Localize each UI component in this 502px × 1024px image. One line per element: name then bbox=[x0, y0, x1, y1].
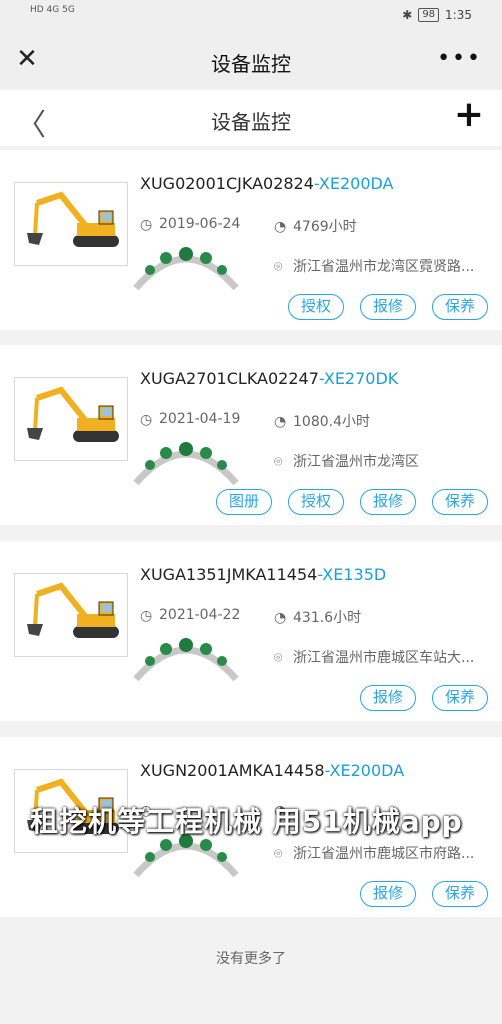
excavator-image bbox=[14, 377, 128, 461]
page-header: 〈 设备监控 + bbox=[0, 90, 502, 146]
tiara-image bbox=[132, 236, 240, 292]
working-hours: ◔ 4769小时 bbox=[274, 219, 357, 235]
battery-indicator: 98 bbox=[418, 8, 440, 22]
card-action-button[interactable]: 报修 bbox=[360, 294, 416, 320]
purchase-date: ◷ 2021-04-22 bbox=[140, 607, 241, 624]
wechat-title-bar: ✕ 设备监控 ••• bbox=[0, 32, 502, 90]
tiara-image bbox=[132, 431, 240, 487]
gauge-icon: ◔ bbox=[274, 414, 287, 430]
clock-icon: ◷ bbox=[140, 412, 153, 428]
location: ⌾ 浙江省温州市鹿城区车站大... bbox=[274, 650, 475, 666]
equipment-card[interactable]: XUG02001CJKA02824-XE200DA ◷ 2019-06-24 ◔ 4… bbox=[0, 150, 502, 330]
clock: 1:35 bbox=[445, 8, 472, 22]
card-actions: 报修 保养 bbox=[360, 881, 488, 907]
equipment-code[interactable]: XUGA2701CLKA02247-XE270DK bbox=[140, 369, 398, 388]
more-options-icon[interactable]: ••• bbox=[437, 46, 482, 71]
gauge-icon: ◔ bbox=[274, 610, 287, 626]
tiara-image bbox=[132, 627, 240, 683]
equipment-code[interactable]: XUGN2001AMKA14458-XE200DA bbox=[140, 761, 404, 780]
location: ⌾ 浙江省温州市龙湾区霓贤路... bbox=[274, 259, 475, 275]
card-action-button[interactable]: 报修 bbox=[360, 685, 416, 711]
equipment-model: -XE270DK bbox=[318, 369, 399, 388]
excavator-image bbox=[14, 573, 128, 657]
card-action-button[interactable]: 保养 bbox=[432, 685, 488, 711]
end-of-list-text: 没有更多了 bbox=[216, 951, 286, 967]
card-action-button[interactable]: 保养 bbox=[432, 294, 488, 320]
clock-icon: ◷ bbox=[140, 217, 153, 233]
card-action-button[interactable]: 报修 bbox=[360, 489, 416, 515]
equipment-card[interactable]: XUGA1351JMKA11454-XE135D ◷ 2021-04-22 ◔ 43… bbox=[0, 541, 502, 721]
purchase-date: ◷ 2019-06-24 bbox=[140, 216, 241, 233]
location-pin-icon: ⌾ bbox=[274, 846, 283, 862]
excavator-image bbox=[14, 182, 128, 266]
signal-indicators: HD 4G 5G bbox=[30, 5, 75, 15]
equipment-model: -XE135D bbox=[317, 565, 387, 584]
purchase-date: ◷ 2021-04-19 bbox=[140, 411, 241, 428]
bluetooth-icon: ✱ bbox=[402, 8, 413, 22]
equipment-model: -XE200DA bbox=[313, 174, 394, 193]
add-icon[interactable]: + bbox=[454, 94, 484, 135]
page-title: 设备监控 bbox=[211, 110, 291, 134]
equipment-card[interactable]: XUGA2701CLKA02247-XE270DK ◷ 2021-04-19 ◔ 1… bbox=[0, 345, 502, 525]
card-actions: 图册 授权 报修 保养 bbox=[216, 489, 488, 515]
location-pin-icon: ⌾ bbox=[274, 454, 283, 470]
card-action-button[interactable]: 保养 bbox=[432, 881, 488, 907]
card-action-button[interactable]: 图册 bbox=[216, 489, 272, 515]
location: ⌾ 浙江省温州市龙湾区 bbox=[274, 454, 419, 470]
wechat-title: 设备监控 bbox=[211, 52, 291, 76]
equipment-code[interactable]: XUGA1351JMKA11454-XE135D bbox=[140, 565, 386, 584]
card-actions: 报修 保养 bbox=[360, 685, 488, 711]
gauge-icon: ◔ bbox=[274, 219, 287, 235]
card-action-button[interactable]: 授权 bbox=[288, 489, 344, 515]
clock-icon: ◷ bbox=[140, 608, 153, 624]
card-action-button[interactable]: 授权 bbox=[288, 294, 344, 320]
equipment-code[interactable]: XUG02001CJKA02824-XE200DA bbox=[140, 174, 394, 193]
location-pin-icon: ⌾ bbox=[274, 650, 283, 666]
card-action-button[interactable]: 报修 bbox=[360, 881, 416, 907]
card-action-button[interactable]: 保养 bbox=[432, 489, 488, 515]
status-bar: HD 4G 5G ✱ 98 1:35 bbox=[0, 0, 502, 32]
location-pin-icon: ⌾ bbox=[274, 259, 283, 275]
location: ⌾ 浙江省温州市鹿城区市府路... bbox=[274, 846, 475, 862]
equipment-model: -XE200DA bbox=[324, 761, 405, 780]
watermark: 租挖机等工程机械 用51机械app bbox=[30, 805, 463, 838]
working-hours: ◔ 1080.4小时 bbox=[274, 414, 370, 430]
card-actions: 授权 报修 保养 bbox=[288, 294, 488, 320]
working-hours: ◔ 431.6小时 bbox=[274, 610, 362, 626]
